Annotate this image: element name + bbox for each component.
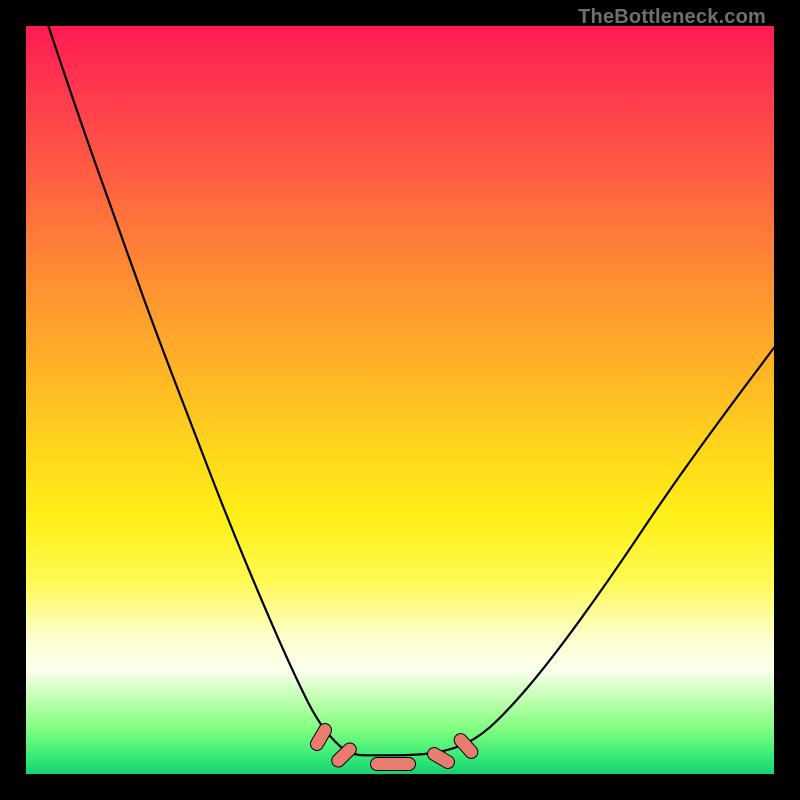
bottleneck-curve [48, 26, 774, 755]
curve-svg [26, 26, 774, 774]
marker-center [370, 757, 416, 771]
chart-frame [26, 26, 774, 774]
